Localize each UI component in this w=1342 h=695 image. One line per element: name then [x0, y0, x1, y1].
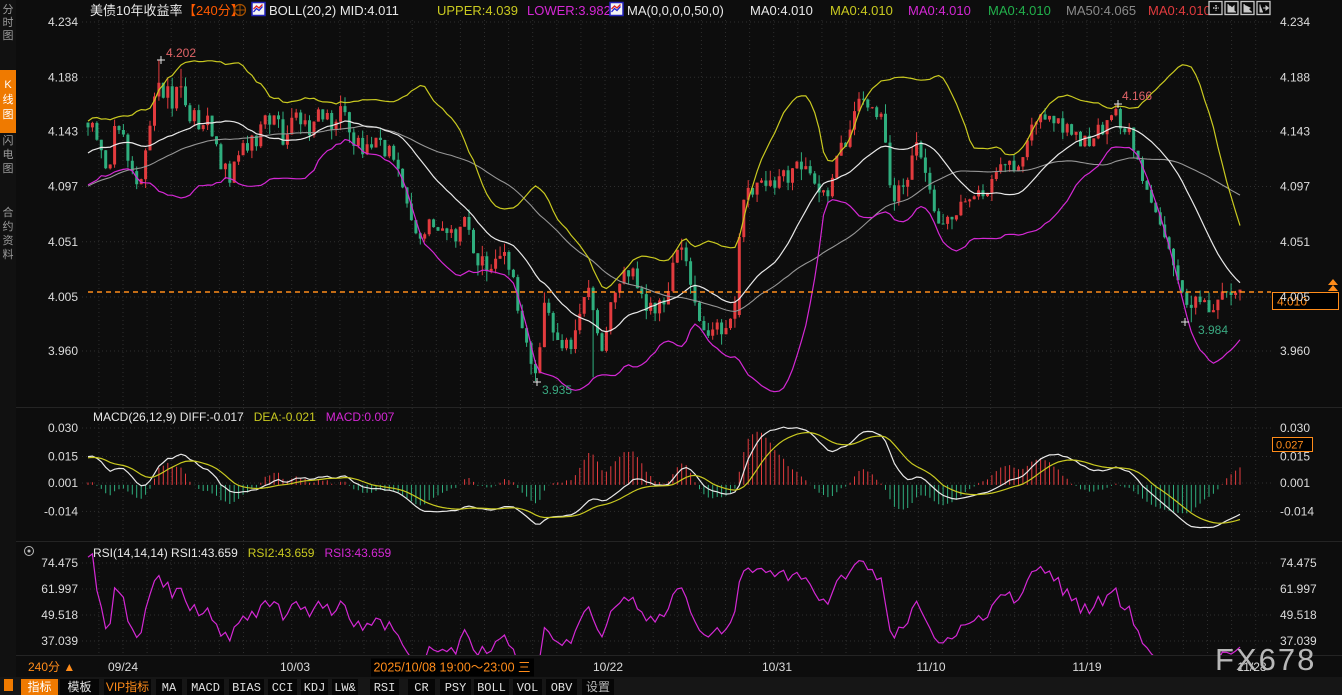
svg-text:OBV: OBV — [551, 681, 573, 695]
svg-text:BIAS: BIAS — [232, 681, 261, 695]
svg-text:-0.014: -0.014 — [44, 504, 78, 518]
svg-text:0.030: 0.030 — [48, 421, 78, 435]
svg-text:K: K — [4, 79, 12, 91]
svg-text:BOLL: BOLL — [477, 681, 506, 695]
svg-text:3.960: 3.960 — [48, 344, 78, 358]
svg-text:4.188: 4.188 — [48, 70, 78, 84]
svg-text:UPPER:4.039: UPPER:4.039 — [437, 3, 518, 18]
svg-text:MA50:4.065: MA50:4.065 — [1066, 3, 1136, 18]
svg-text:4.097: 4.097 — [48, 180, 78, 194]
svg-text:4.143: 4.143 — [1280, 124, 1310, 138]
svg-text:3.960: 3.960 — [1280, 344, 1310, 358]
svg-text:线: 线 — [3, 92, 14, 106]
svg-text:分: 分 — [3, 3, 14, 16]
svg-text:PSY: PSY — [445, 681, 467, 695]
svg-text:0.001: 0.001 — [48, 476, 78, 490]
svg-text:MA0:4.010: MA0:4.010 — [750, 3, 813, 18]
svg-text:CR: CR — [414, 681, 428, 695]
svg-text:4.143: 4.143 — [48, 124, 78, 138]
svg-text:4.234: 4.234 — [48, 15, 78, 29]
svg-text:MA0:4.010: MA0:4.010 — [988, 3, 1051, 18]
svg-text:合: 合 — [3, 205, 14, 219]
svg-text:约: 约 — [3, 220, 14, 233]
svg-text:4.234: 4.234 — [1280, 15, 1310, 29]
svg-text:电: 电 — [3, 148, 14, 161]
svg-text:LOWER:3.982: LOWER:3.982 — [527, 3, 611, 18]
svg-text:资: 资 — [3, 234, 14, 247]
svg-text:10/03: 10/03 — [280, 660, 310, 674]
svg-text:图: 图 — [3, 108, 14, 121]
svg-text:图: 图 — [3, 29, 14, 42]
svg-text:3.935: 3.935 — [542, 383, 572, 397]
svg-text:49.518: 49.518 — [1280, 608, 1317, 622]
svg-text:MA: MA — [162, 681, 177, 695]
svg-text:图: 图 — [3, 162, 14, 175]
svg-text:FX678: FX678 — [1215, 642, 1316, 677]
svg-text:料: 料 — [3, 247, 14, 261]
svg-text:KDJ: KDJ — [304, 681, 326, 695]
svg-text:4.051: 4.051 — [1280, 235, 1310, 249]
svg-text:LW&: LW& — [334, 681, 356, 695]
svg-text:MA0:4.010: MA0:4.010 — [1148, 3, 1211, 18]
svg-text:10/22: 10/22 — [593, 660, 623, 674]
svg-text:09/24: 09/24 — [108, 660, 138, 674]
svg-text:10/31: 10/31 — [762, 660, 792, 674]
svg-text:VIP指标: VIP指标 — [106, 679, 149, 694]
svg-text:4.005: 4.005 — [1280, 290, 1310, 304]
svg-text:RSI: RSI — [374, 681, 396, 695]
svg-text:61.997: 61.997 — [1280, 582, 1317, 596]
svg-text:0.001: 0.001 — [1280, 476, 1310, 490]
svg-text:闪: 闪 — [3, 133, 14, 147]
svg-text:4.166: 4.166 — [1122, 89, 1152, 103]
svg-text:-0.014: -0.014 — [1280, 504, 1314, 518]
svg-text:0.015: 0.015 — [1280, 450, 1310, 464]
svg-text:VOL: VOL — [517, 681, 539, 695]
svg-text:CCI: CCI — [272, 681, 294, 695]
svg-text:37.039: 37.039 — [41, 634, 78, 648]
svg-text:3.984: 3.984 — [1198, 323, 1228, 337]
svg-text:61.997: 61.997 — [41, 582, 78, 596]
svg-text:设置: 设置 — [586, 680, 610, 694]
svg-text:11/19: 11/19 — [1072, 660, 1101, 674]
svg-text:美债10年收益率: 美债10年收益率 — [90, 3, 182, 18]
svg-text:指标: 指标 — [27, 679, 51, 694]
svg-text:0.030: 0.030 — [1280, 421, 1310, 435]
svg-text:4.051: 4.051 — [48, 235, 78, 249]
svg-text:74.475: 74.475 — [1280, 556, 1317, 570]
svg-text:模板: 模板 — [67, 680, 91, 694]
svg-text:时: 时 — [3, 16, 14, 29]
svg-text:MACD: MACD — [191, 681, 220, 695]
svg-text:4.097: 4.097 — [1280, 180, 1310, 194]
svg-text:MA(0,0,0,0,50,0): MA(0,0,0,0,50,0) — [627, 3, 724, 18]
svg-text:11/10: 11/10 — [916, 660, 945, 674]
svg-text:74.475: 74.475 — [41, 556, 78, 570]
svg-text:MA0:4.010: MA0:4.010 — [908, 3, 971, 18]
svg-text:0.015: 0.015 — [48, 450, 78, 464]
svg-text:4.188: 4.188 — [1280, 70, 1310, 84]
svg-text:MA0:4.010: MA0:4.010 — [830, 3, 893, 18]
svg-text:BOLL(20,2) MID:4.011: BOLL(20,2) MID:4.011 — [269, 3, 399, 18]
svg-text:49.518: 49.518 — [41, 608, 78, 622]
svg-text:2025/10/08 19:00～23:00 三: 2025/10/08 19:00～23:00 三 — [373, 661, 530, 675]
svg-text:4.005: 4.005 — [48, 290, 78, 304]
svg-text:240分 ▲: 240分 ▲ — [28, 660, 75, 674]
svg-text:4.202: 4.202 — [166, 46, 196, 60]
